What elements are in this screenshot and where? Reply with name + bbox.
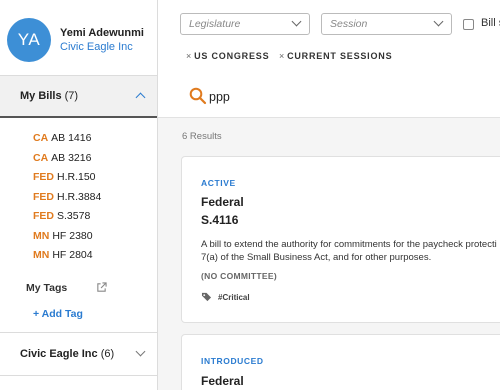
bill-number: HF 2380 [52,229,93,242]
bill-item[interactable]: FED H.R.3884 [33,188,101,208]
bill-number: H.R.150 [57,171,96,183]
user-org-link[interactable]: Civic Eagle Inc [60,41,133,53]
search-icon[interactable] [189,87,207,105]
my-bills-title: My Bills [20,90,62,102]
filter-chip-current-sessions[interactable]: × CURRENT SESSIONS [279,51,392,61]
bill-item[interactable]: CA AB 1416 [33,129,101,149]
my-bills-label: My Bills (7) [20,90,78,102]
close-icon[interactable]: × [279,51,285,61]
bill-description: A bill to extend the authority for commi… [201,239,500,264]
add-tag-link[interactable]: + Add Tag [33,308,83,320]
bill-number: AB 1416 [51,132,92,144]
my-bills-section-header[interactable]: My Bills (7) [0,76,157,118]
user-profile[interactable]: YA Yemi Adewunmi Civic Eagle Inc [0,0,157,76]
legislature-placeholder: Legislature [189,18,241,30]
status-badge: INTRODUCED [201,356,264,366]
my-tags-label[interactable]: My Tags [26,282,67,294]
group-count: (6) [100,348,115,360]
bill-description-line: A bill to extend the authority for commi… [201,239,497,250]
external-link-icon[interactable] [96,282,107,293]
bill-title[interactable]: S.4116 [201,213,238,227]
bill-jurisdiction: CA [33,151,49,164]
bill-item[interactable]: CA AB 3216 [33,149,101,169]
session-select[interactable]: Session [321,13,452,35]
bill-result-card[interactable]: ACTIVE Federal S.4116 A bill to extend t… [181,156,500,323]
search-input[interactable]: ppp [209,90,230,104]
results-count: 6 Results [182,131,222,142]
filter-chip-us-congress[interactable]: × US CONGRESS [186,51,269,61]
tag-icon [201,292,212,302]
committee-label: (NO COMMITTEE) [201,271,277,281]
user-name: Yemi Adewunmi [60,27,144,39]
bill-list: CA AB 1416 CA AB 3216 FED H.R.150 FED H.R.38… [33,129,101,266]
avatar[interactable]: YA [7,18,51,62]
bill-item[interactable]: FED H.R.150 [33,168,101,188]
chevron-up-icon[interactable] [135,92,146,103]
bill-level: Federal [201,195,244,209]
bill-number: AB 3216 [51,151,92,164]
bill-jurisdiction: MN [33,229,50,242]
sidebar: YA Yemi Adewunmi Civic Eagle Inc My Bill… [0,0,158,390]
bill-item[interactable]: FED S.3578 [33,207,101,227]
bill-result-card[interactable]: INTRODUCED Federal [181,334,500,390]
my-bills-count: (7) [64,90,79,102]
main-content: Legislature Session Bill s ×US CONGRESS … [158,0,500,390]
legislature-select[interactable]: Legislature [180,13,310,35]
bill-description-line: 7(a) of the Small Business Act, and for … [201,251,432,263]
bill-jurisdiction: FED [33,171,54,183]
chevron-down-icon [433,16,444,27]
bill-jurisdiction: MN [33,249,50,261]
chevron-down-icon[interactable] [135,346,146,357]
checkbox-label: Bill s [481,17,500,29]
group-section-header[interactable]: Civic Eagle Inc (6) [0,332,157,376]
bill-number: HF 2804 [52,249,93,261]
bill-item[interactable]: MN HF 2804 [33,246,101,266]
bill-jurisdiction: CA [33,132,49,144]
bill-filter-checkbox[interactable] [463,19,474,30]
filter-bar: Legislature Session Bill s ×US CONGRESS … [158,0,500,118]
tag-label[interactable]: #Critical [218,293,250,302]
bill-jurisdiction: FED [33,190,54,203]
bill-level: Federal [201,374,244,388]
session-placeholder: Session [330,18,368,30]
chip-label: CURRENT SESSIONS [287,51,393,61]
bill-item[interactable]: MN HF 2380 [33,227,101,247]
chip-label: US CONGRESS [194,51,270,61]
group-label: Civic Eagle Inc (6) [20,348,114,360]
bill-number: H.R.3884 [57,190,102,203]
bill-jurisdiction: FED [33,210,54,222]
close-icon[interactable]: × [186,51,192,61]
bill-number: S.3578 [57,210,91,222]
status-badge: ACTIVE [201,178,236,188]
group-title: Civic Eagle Inc [20,348,98,360]
chevron-down-icon [291,16,302,27]
